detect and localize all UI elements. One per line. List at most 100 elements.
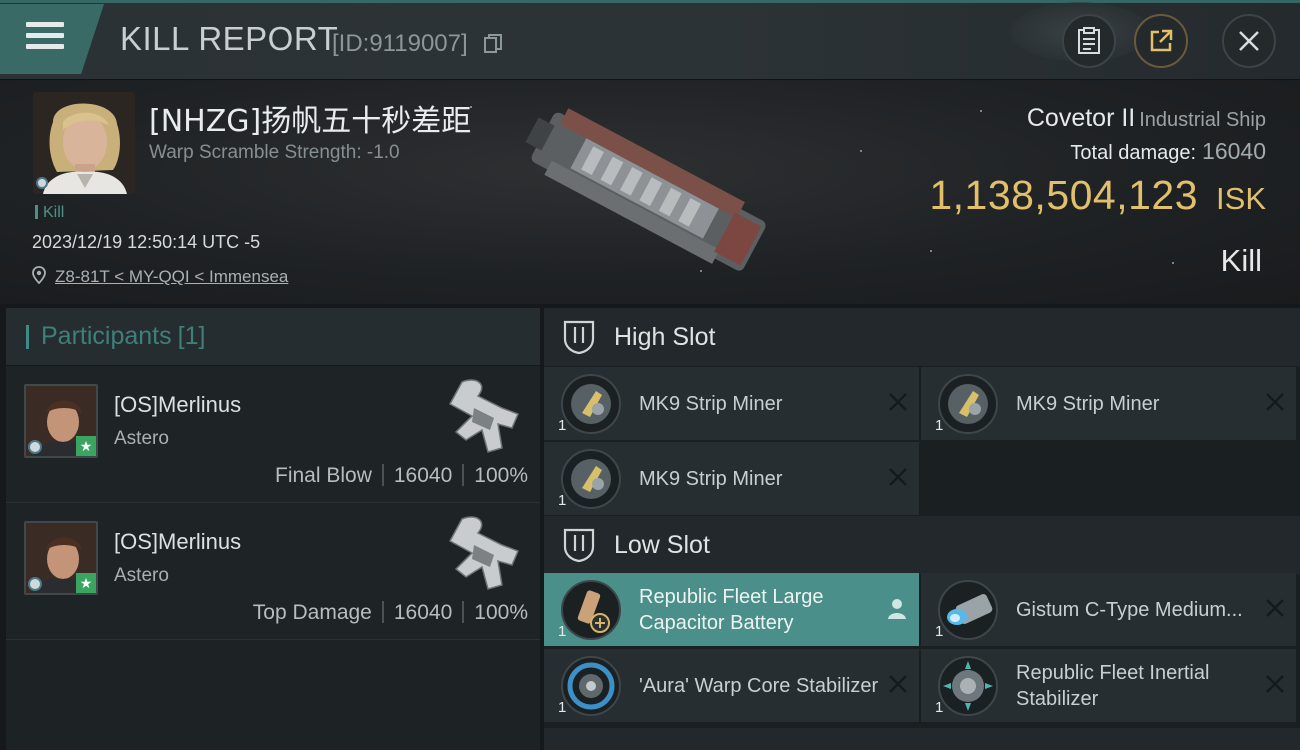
victim-portrait[interactable] <box>33 92 135 194</box>
victim-header: [NHZG]扬帆五十秒差距 Warp Scramble Strength: -1… <box>0 80 1300 304</box>
participant-damage: 16040 <box>393 464 453 487</box>
module-item[interactable]: 1 MK9 Strip Miner <box>921 367 1296 440</box>
module-quantity: 1 <box>935 699 944 716</box>
module-name: Republic Fleet Large Capacitor Battery <box>639 585 824 634</box>
destroyed-x-icon <box>1266 675 1284 693</box>
warp-core-stabilizer-icon <box>561 656 621 716</box>
module-quantity: 1 <box>935 417 944 434</box>
victim-ship-name[interactable]: Covetor II <box>1027 104 1135 132</box>
top-bar: KILL REPORT [ID:9119007] <box>0 0 1300 80</box>
module-name: Gistum C-Type Medium... <box>1016 598 1243 621</box>
top-accent-line <box>0 0 1300 3</box>
participant-percent: 100% <box>474 601 528 624</box>
high-slot-header: High Slot <box>544 308 1300 366</box>
hamburger-menu-icon[interactable] <box>26 22 64 54</box>
location-link[interactable]: Z8-81T < MY-QQI < Immensea <box>55 267 288 287</box>
isk-value: 1,138,504,123 <box>929 172 1199 218</box>
gistum-module-icon <box>938 580 998 640</box>
destroyed-x-icon <box>889 393 907 411</box>
participants-title: Participants <box>41 322 172 350</box>
participants-count: [1] <box>177 322 206 350</box>
participant-row[interactable]: ★ [OS]Merlinus Astero Top Damage 16040 100… <box>6 503 540 640</box>
module-quantity: 1 <box>558 492 567 509</box>
strip-miner-icon <box>561 449 621 509</box>
destroyed-x-icon <box>1266 393 1284 411</box>
total-damage-label: Total damage: <box>1070 142 1197 164</box>
destroyed-x-icon <box>889 468 907 486</box>
warp-scramble-strength: Warp Scramble Strength: -1.0 <box>149 142 400 163</box>
module-name: MK9 Strip Miner <box>639 392 783 415</box>
module-name: MK9 Strip Miner <box>1016 392 1160 415</box>
star-badge-icon: ★ <box>76 573 96 593</box>
close-icon <box>1239 31 1259 51</box>
destroyed-x-icon <box>1266 599 1284 617</box>
participant-ship: Astero <box>114 428 169 449</box>
high-slot-title: High Slot <box>614 322 716 351</box>
module-item[interactable]: 1 Republic Fleet Large Capacitor Battery <box>544 573 919 646</box>
fitting-panel: High Slot 1 MK9 Strip Miner 1 MK9 Strip … <box>544 308 1300 750</box>
module-quantity: 1 <box>558 699 567 716</box>
high-slot-icon <box>563 320 595 355</box>
next-slot-header-peek <box>544 728 1300 750</box>
capacitor-battery-icon <box>561 580 621 640</box>
destroyed-x-icon <box>889 675 907 693</box>
copy-icon[interactable] <box>484 34 502 54</box>
module-item[interactable]: 1 Gistum C-Type Medium... <box>921 573 1296 646</box>
strip-miner-icon <box>938 374 998 434</box>
corp-badge-icon <box>28 577 42 591</box>
total-damage-value: 16040 <box>1202 138 1266 164</box>
share-icon <box>1150 29 1173 52</box>
participant-role: Final Blow <box>275 464 372 487</box>
close-button[interactable] <box>1222 14 1276 68</box>
module-name: 'Aura' Warp Core Stabilizer <box>639 674 879 697</box>
user-icon <box>888 599 906 619</box>
location-pin-icon <box>32 266 46 284</box>
participant-ship-image <box>448 379 519 453</box>
participant-role: Top Damage <box>252 601 372 624</box>
victim-ship-class: Industrial Ship <box>1139 109 1266 131</box>
participant-ship-image <box>448 516 519 590</box>
module-item[interactable]: 1 Republic Fleet Inertial Stabilizer <box>921 649 1296 722</box>
module-quantity: 1 <box>558 417 567 434</box>
module-item[interactable]: 1 'Aura' Warp Core Stabilizer <box>544 649 919 722</box>
corp-badge-icon <box>36 177 48 189</box>
kill-result: Kill <box>1220 243 1262 278</box>
participant-percent: 100% <box>474 464 528 487</box>
participant-name[interactable]: [OS]Merlinus <box>114 529 241 555</box>
corp-badge-icon <box>28 440 42 454</box>
star-badge-icon: ★ <box>76 436 96 456</box>
participant-row[interactable]: ★ [OS]Merlinus Astero Final Blow 16040 100… <box>6 366 540 503</box>
victim-name[interactable]: [NHZG]扬帆五十秒差距 <box>149 96 471 140</box>
clipboard-icon <box>1078 27 1100 54</box>
victim-ship-line: Covetor II Industrial Ship <box>1027 104 1266 133</box>
module-item[interactable]: 1 MK9 Strip Miner <box>544 442 919 515</box>
module-item[interactable]: 1 MK9 Strip Miner <box>544 367 919 440</box>
module-quantity: 1 <box>935 623 944 640</box>
victim-ship-image <box>525 108 766 271</box>
total-damage-line: Total damage: 16040 <box>1070 138 1266 165</box>
inertial-stabilizer-icon <box>938 656 998 716</box>
strip-miner-icon <box>561 374 621 434</box>
page-title: KILL REPORT <box>120 20 339 57</box>
kill-datetime: 2023/12/19 12:50:14 UTC -5 <box>32 232 261 252</box>
participant-stats: Top Damage 16040 100% <box>253 601 528 625</box>
kill-tag: Kill <box>35 204 64 222</box>
isk-unit: ISK <box>1216 181 1266 216</box>
report-clipboard-button[interactable] <box>1062 14 1116 68</box>
low-slot-icon <box>563 528 595 563</box>
share-button[interactable] <box>1134 14 1188 68</box>
report-id: [ID:9119007] <box>332 30 468 57</box>
victim-avatar <box>33 92 135 194</box>
participants-panel: Participants [1] ★ [OS]Merlinus Astero F… <box>6 308 540 750</box>
module-quantity: 1 <box>558 623 567 640</box>
participant-damage: 16040 <box>393 601 453 624</box>
participant-stats: Final Blow 16040 100% <box>275 464 528 488</box>
participants-header: Participants [1] <box>6 308 540 366</box>
low-slot-header: Low Slot <box>544 516 1300 574</box>
participant-ship: Astero <box>114 565 169 586</box>
module-name: Republic Fleet Inertial Stabilizer <box>1016 661 1210 710</box>
module-name: MK9 Strip Miner <box>639 467 783 490</box>
low-slot-title: Low Slot <box>614 530 710 559</box>
participant-name[interactable]: [OS]Merlinus <box>114 392 241 418</box>
isk-value-line: 1,138,504,123 ISK <box>929 172 1266 219</box>
